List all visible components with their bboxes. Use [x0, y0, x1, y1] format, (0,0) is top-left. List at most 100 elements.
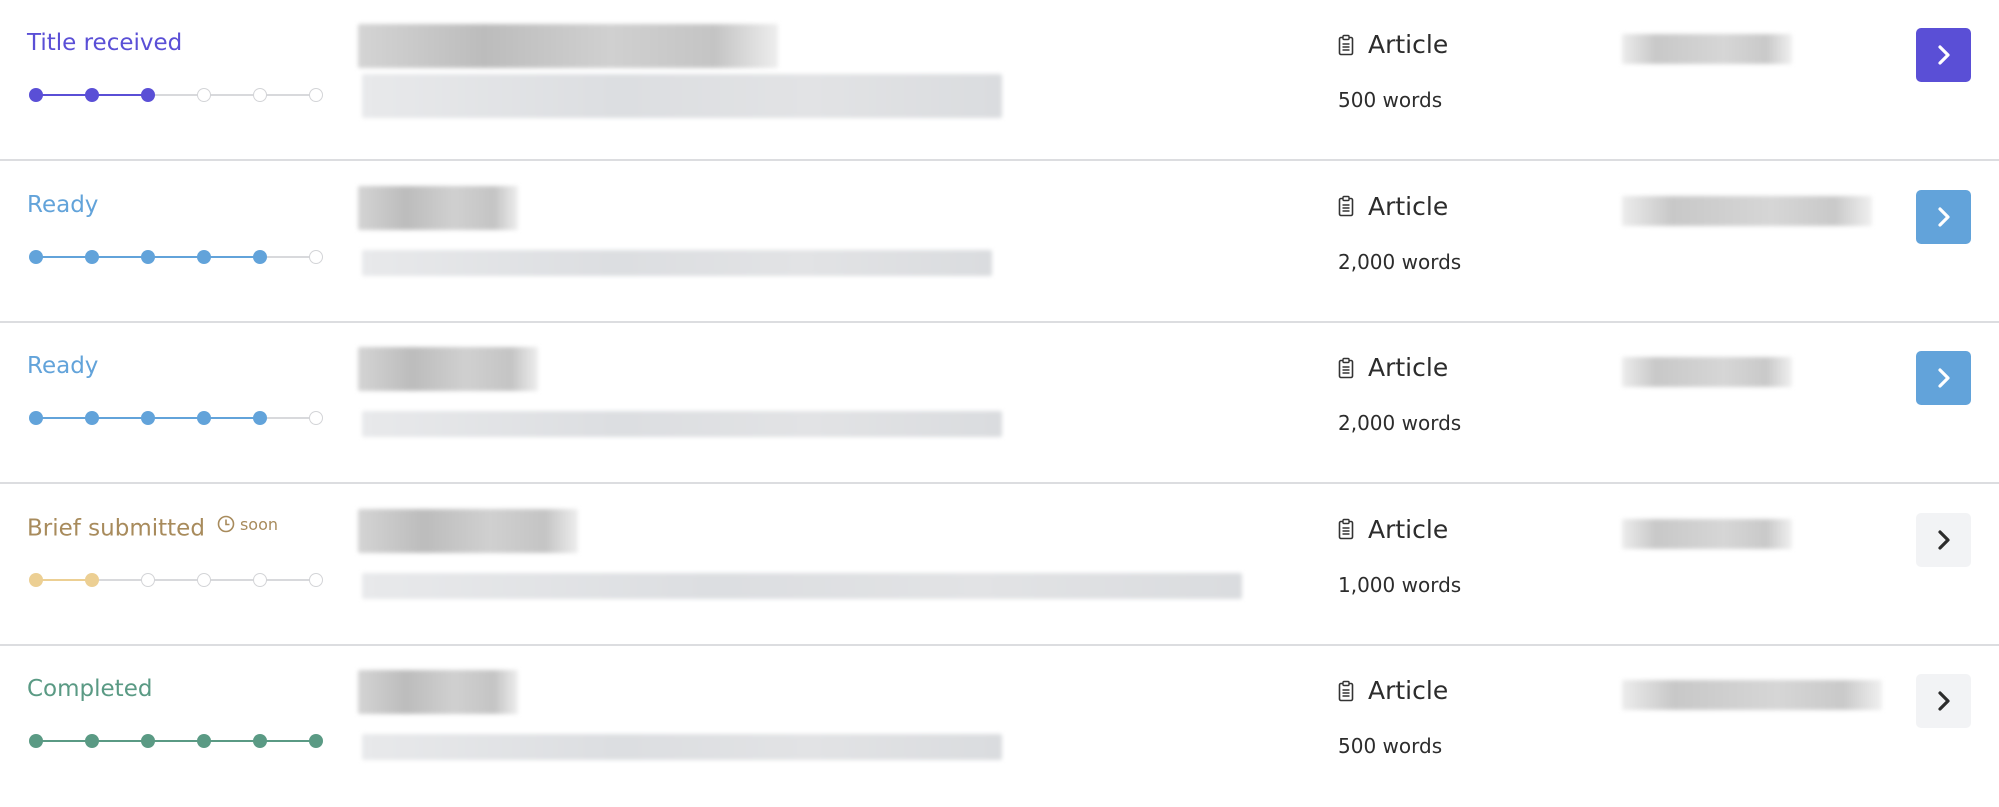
content-type: Article: [1338, 192, 1448, 221]
content-type-text: Article: [1368, 30, 1449, 59]
status-label: Completed: [27, 676, 152, 702]
progress-steps: [29, 572, 323, 588]
step-done: [253, 734, 267, 748]
step-connector: [92, 740, 148, 742]
step-connector: [92, 417, 148, 419]
step-connector: [36, 417, 92, 419]
word-count: 1,000 words: [1338, 572, 1462, 597]
clipboard-icon: [1338, 680, 1354, 701]
content-type: Article: [1338, 515, 1448, 544]
step-connector: [260, 417, 316, 419]
order-row: Ready Article 2,000 words: [0, 162, 1999, 323]
content-type-text: Article: [1368, 514, 1449, 544]
step-connector: [204, 255, 260, 258]
open-order-button[interactable]: [1916, 512, 1971, 567]
step-connector: [148, 740, 204, 742]
status-label: Brief submitted soon: [27, 515, 278, 542]
progress-steps: [29, 87, 323, 103]
status-text: Ready: [27, 353, 99, 379]
open-order-button[interactable]: [1916, 674, 1971, 728]
redacted-description: [362, 74, 1002, 118]
step-connector: [260, 94, 316, 96]
word-count: 500 words: [1338, 734, 1443, 758]
clock-icon: [217, 515, 235, 533]
redacted-description: [362, 572, 1242, 599]
step-pending: [253, 572, 267, 587]
step-done: [309, 734, 323, 748]
chevron-right-icon: [1937, 691, 1950, 711]
step-pending: [253, 88, 267, 102]
step-done: [85, 249, 99, 264]
step-done: [85, 572, 99, 587]
content-type: Article: [1338, 676, 1448, 705]
step-done: [29, 734, 43, 748]
step-connector: [204, 417, 260, 419]
redacted-assignee: [1622, 357, 1792, 387]
redacted-description: [362, 249, 992, 276]
redacted-description: [362, 734, 1002, 760]
step-connector: [148, 255, 204, 258]
progress-steps: [29, 410, 323, 426]
step-done: [29, 88, 43, 102]
step-pending: [197, 572, 211, 587]
open-order-button[interactable]: [1916, 28, 1971, 82]
step-done: [141, 734, 155, 748]
status-label: Ready: [27, 353, 98, 379]
redacted-title: [358, 185, 518, 230]
progress-steps: [29, 733, 323, 749]
redacted-description: [362, 411, 1002, 437]
step-connector: [148, 417, 204, 419]
chevron-right-icon: [1937, 206, 1950, 227]
clipboard-icon: [1338, 195, 1354, 217]
step-done: [141, 411, 155, 425]
step-pending: [309, 88, 323, 102]
step-done: [85, 88, 99, 102]
step-done: [253, 249, 267, 264]
chevron-right-icon: [1937, 529, 1950, 550]
step-connector: [92, 94, 148, 96]
status-label: Ready: [27, 192, 98, 218]
step-done: [197, 734, 211, 748]
step-connector: [204, 94, 260, 96]
step-done: [197, 249, 211, 264]
step-pending: [309, 572, 323, 587]
open-order-button[interactable]: [1916, 189, 1971, 244]
step-connector: [260, 740, 316, 742]
step-done: [85, 734, 99, 748]
content-type-text: Article: [1368, 676, 1449, 705]
soon-label: soon: [239, 514, 278, 534]
status-label: Title received: [27, 30, 182, 56]
step-connector: [204, 578, 260, 581]
status-text: Completed: [27, 676, 153, 702]
chevron-right-icon: [1937, 45, 1950, 65]
status-text: Ready: [27, 191, 99, 218]
step-connector: [92, 578, 148, 581]
clipboard-icon: [1338, 357, 1354, 378]
soon-badge: soon: [217, 515, 278, 534]
step-done: [85, 411, 99, 425]
step-done: [197, 411, 211, 425]
order-row: Title received Article 500 words: [0, 0, 1999, 161]
step-connector: [204, 740, 260, 742]
step-pending: [309, 249, 323, 264]
redacted-title: [358, 24, 778, 68]
step-connector: [260, 255, 316, 258]
redacted-title: [358, 508, 578, 553]
content-type-text: Article: [1368, 191, 1449, 221]
content-type: Article: [1338, 353, 1448, 382]
step-connector: [260, 578, 316, 581]
redacted-assignee: [1622, 518, 1792, 549]
step-connector: [148, 94, 204, 96]
step-connector: [36, 740, 92, 742]
step-connector: [36, 255, 92, 258]
open-order-button[interactable]: [1916, 351, 1971, 405]
progress-steps: [29, 249, 323, 265]
step-done: [29, 572, 43, 587]
redacted-assignee: [1622, 680, 1882, 710]
content-type: Article: [1338, 30, 1448, 59]
order-row: Completed Article 500 words: [0, 646, 1999, 807]
redacted-assignee: [1622, 195, 1872, 226]
status-text: Brief submitted: [27, 515, 205, 541]
step-done: [141, 249, 155, 264]
redacted-title: [358, 670, 518, 714]
